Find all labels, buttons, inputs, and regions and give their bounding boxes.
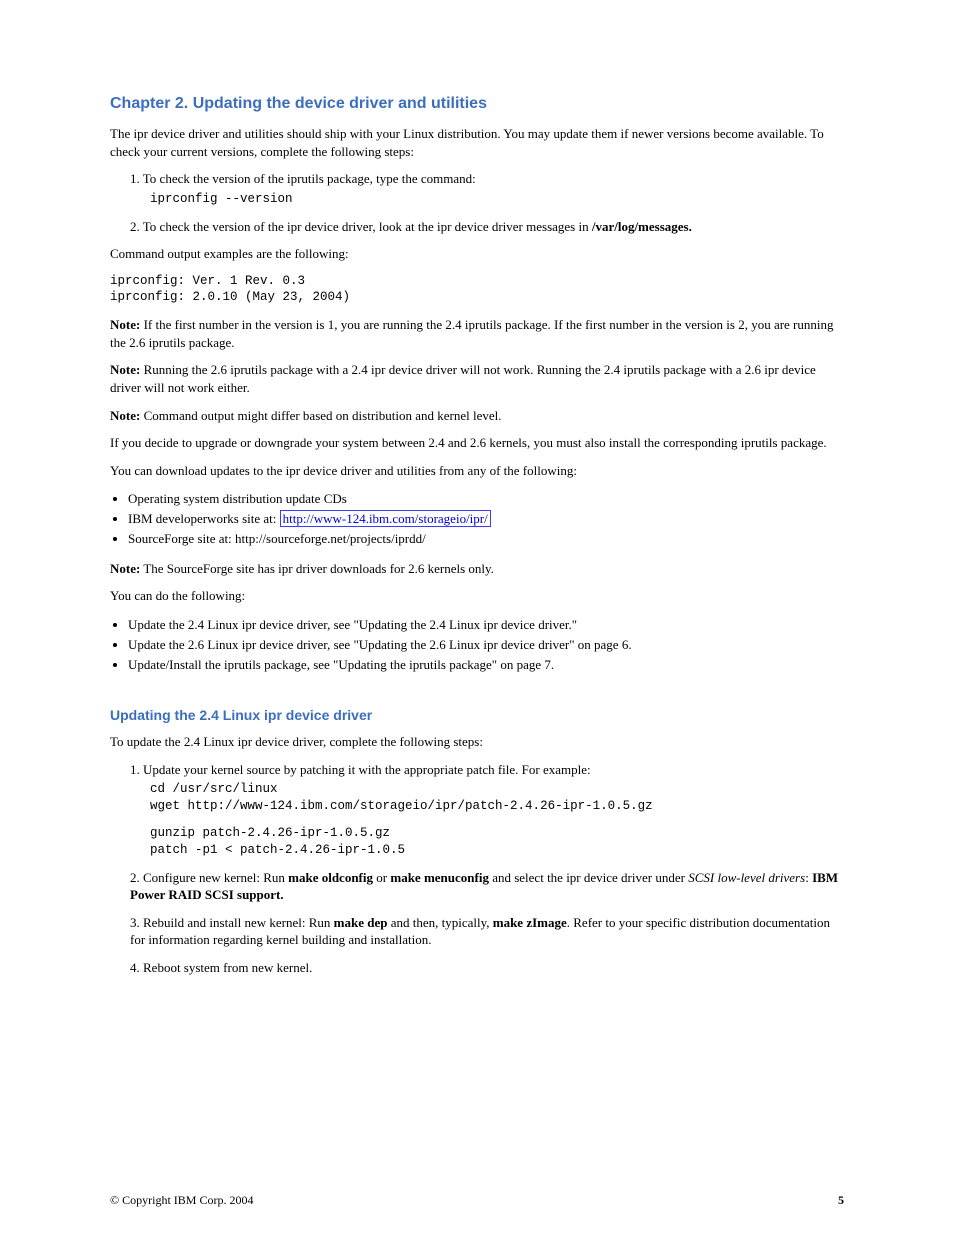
sub-step-3: 3. Rebuild and install new kernel: Run m… [130,914,844,949]
can-do-3: Update/Install the iprutils package, see… [128,655,844,675]
code-gunzip-patch: gunzip patch-2.4.26-ipr-1.0.5.gz patch -… [150,825,844,859]
s2-f: SCSI low-level drivers [688,870,805,885]
note-2-text: Running the 2.6 iprutils package with a … [110,362,816,395]
sub-step-2: 2. Configure new kernel: Run make oldcon… [130,869,844,904]
sourceforge-link[interactable]: http://sourceforge.net/projects/iprdd/ [235,531,426,546]
step-2: 2. To check the version of the ipr devic… [130,218,844,236]
s3-a: 3. Rebuild and install new kernel: Run [130,915,334,930]
note-sf-text: The SourceForge site has ipr driver down… [143,561,494,576]
download-item-3-text: SourceForge site at: [128,531,232,546]
subsection-intro: To update the 2.4 Linux ipr device drive… [110,733,844,751]
page-number: 5 [838,1193,844,1208]
s2-b: make oldconfig [288,870,373,885]
page-content: Chapter 2. Updating the device driver an… [0,0,954,1046]
note-3-text: Command output might differ based on dis… [144,408,502,423]
step-2-text: 2. To check the version of the ipr devic… [130,219,592,234]
log-path: /var/log/messages. [592,219,692,234]
sub-step-4: 4. Reboot system from new kernel. [130,959,844,977]
s3-b: make dep [334,915,388,930]
examples-intro: Command output examples are the followin… [110,245,844,263]
download-list: Operating system distribution update CDs… [110,489,844,549]
can-do-para: You can do the following: [110,587,844,605]
download-intro: You can download updates to the ipr devi… [110,462,844,480]
note-1: Note: If the first number in the version… [110,316,844,351]
kernel-switch-para: If you decide to upgrade or downgrade yo… [110,434,844,452]
step-1: 1. To check the version of the iprutils … [130,170,844,188]
download-item-2-text: IBM developerworks site at: [128,511,276,526]
can-do-1: Update the 2.4 Linux ipr device driver, … [128,615,844,635]
note-label: Note: [110,408,140,423]
s2-d: make menuconfig [390,870,489,885]
sub-step-1: 1. Update your kernel source by patching… [130,761,844,779]
s2-c: or [373,870,390,885]
intro-paragraph: The ipr device driver and utilities shou… [110,125,844,160]
code-iprconfig-version: iprconfig --version [150,191,844,208]
chapter-title: Chapter 2. Updating the device driver an… [110,95,844,113]
note-label: Note: [110,561,140,576]
code-cd-wget: cd /usr/src/linux wget http://www-124.ib… [150,781,844,815]
code-examples: iprconfig: Ver. 1 Rev. 0.3 iprconfig: 2.… [110,273,844,307]
can-do-list: Update the 2.4 Linux ipr device driver, … [110,615,844,675]
copyright-text: © Copyright IBM Corp. 2004 [110,1193,253,1208]
s3-d: make zImage [493,915,567,930]
developerworks-link[interactable]: http://www-124.ibm.com/storageio/ipr/ [280,510,491,527]
download-item-1: Operating system distribution update CDs [128,489,844,509]
can-do-2: Update the 2.6 Linux ipr device driver, … [128,635,844,655]
note-1-text: If the first number in the version is 1,… [110,317,834,350]
note-3: Note: Command output might differ based … [110,407,844,425]
note-label: Note: [110,317,140,332]
s2-a: 2. Configure new kernel: Run [130,870,288,885]
note-2: Note: Running the 2.6 iprutils package w… [110,361,844,396]
subsection-title: Updating the 2.4 Linux ipr device driver [110,707,844,723]
note-sf: Note: The SourceForge site has ipr drive… [110,560,844,578]
download-item-2: IBM developerworks site at: http://www-1… [128,509,844,529]
s3-c: and then, typically, [387,915,492,930]
note-label: Note: [110,362,140,377]
s2-e: and select the ipr device driver under [489,870,688,885]
download-item-3: SourceForge site at: http://sourceforge.… [128,529,844,549]
